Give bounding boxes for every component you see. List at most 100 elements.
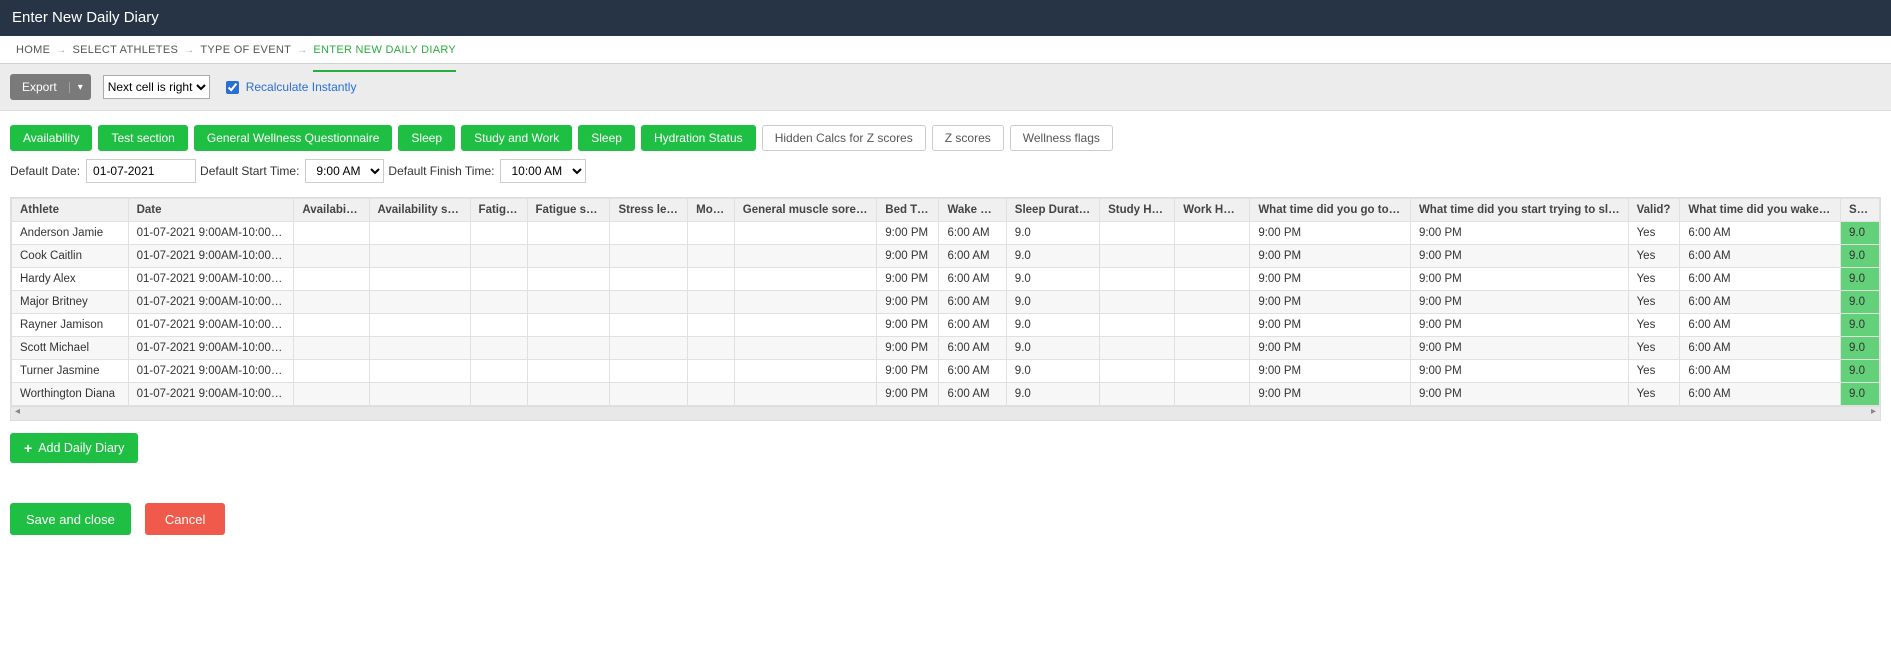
table-cell[interactable]: 9:00 PM	[1410, 268, 1628, 291]
table-cell[interactable]	[470, 314, 527, 337]
table-cell[interactable]: 6:00 AM	[1680, 314, 1841, 337]
section-tab[interactable]: Z scores	[932, 125, 1004, 151]
table-cell[interactable]: 9.0	[1841, 291, 1880, 314]
cancel-button[interactable]: Cancel	[145, 503, 225, 535]
column-header[interactable]: Study Hours	[1100, 199, 1175, 222]
table-cell[interactable]: Yes	[1628, 383, 1680, 406]
table-cell[interactable]	[527, 291, 610, 314]
table-cell[interactable]	[470, 222, 527, 245]
table-cell[interactable]	[294, 268, 369, 291]
table-cell[interactable]	[527, 222, 610, 245]
table-cell[interactable]	[688, 291, 735, 314]
table-cell[interactable]	[294, 383, 369, 406]
table-cell[interactable]: 9:00 PM	[877, 337, 939, 360]
table-cell[interactable]: 9:00 PM	[1250, 222, 1411, 245]
table-cell[interactable]	[369, 268, 470, 291]
column-header[interactable]: Valid?	[1628, 199, 1680, 222]
table-cell[interactable]: 6:00 AM	[939, 314, 1006, 337]
table-cell[interactable]: 01-07-2021 9:00AM-10:00AM	[128, 360, 294, 383]
table-cell[interactable]	[1175, 383, 1250, 406]
table-cell[interactable]	[734, 245, 876, 268]
table-cell[interactable]: 9:00 PM	[1250, 268, 1411, 291]
column-header[interactable]: Wake Time	[939, 199, 1006, 222]
table-cell[interactable]	[688, 383, 735, 406]
table-cell[interactable]: 6:00 AM	[1680, 383, 1841, 406]
section-tab[interactable]: Test section	[98, 125, 187, 151]
table-cell[interactable]: 01-07-2021 9:00AM-10:00AM	[128, 268, 294, 291]
table-cell[interactable]	[734, 314, 876, 337]
table-cell[interactable]: 9.0	[1841, 360, 1880, 383]
table-cell[interactable]: 01-07-2021 9:00AM-10:00AM	[128, 222, 294, 245]
table-cell[interactable]: 9.0	[1841, 245, 1880, 268]
table-cell[interactable]: Hardy Alex	[12, 268, 129, 291]
table-cell[interactable]	[527, 245, 610, 268]
table-cell[interactable]	[294, 245, 369, 268]
column-header[interactable]: Athlete	[12, 199, 129, 222]
table-cell[interactable]: 9.0	[1006, 383, 1099, 406]
table-cell[interactable]	[610, 245, 688, 268]
section-tab[interactable]: Sleep	[578, 125, 635, 151]
table-cell[interactable]	[1175, 314, 1250, 337]
table-cell[interactable]	[470, 337, 527, 360]
column-header[interactable]: Availability score	[369, 199, 470, 222]
table-cell[interactable]	[1100, 360, 1175, 383]
table-cell[interactable]	[610, 222, 688, 245]
table-cell[interactable]: 9:00 PM	[1410, 360, 1628, 383]
table-cell[interactable]: 9:00 PM	[1250, 360, 1411, 383]
table-cell[interactable]	[470, 383, 527, 406]
table-cell[interactable]: 9.0	[1006, 268, 1099, 291]
table-cell[interactable]	[688, 314, 735, 337]
table-cell[interactable]	[369, 291, 470, 314]
table-cell[interactable]: 9:00 PM	[1250, 314, 1411, 337]
table-cell[interactable]	[1175, 360, 1250, 383]
table-cell[interactable]	[734, 360, 876, 383]
table-cell[interactable]: 01-07-2021 9:00AM-10:00AM	[128, 291, 294, 314]
section-tab[interactable]: General Wellness Questionnaire	[194, 125, 393, 151]
column-header[interactable]: Fatigue	[470, 199, 527, 222]
column-header[interactable]: Work Hours	[1175, 199, 1250, 222]
section-tab[interactable]: Hidden Calcs for Z scores	[762, 125, 926, 151]
section-tab[interactable]: Sleep	[398, 125, 455, 151]
table-cell[interactable]: 01-07-2021 9:00AM-10:00AM	[128, 383, 294, 406]
table-cell[interactable]: Yes	[1628, 360, 1680, 383]
table-cell[interactable]: 6:00 AM	[939, 291, 1006, 314]
table-cell[interactable]: Rayner Jamison	[12, 314, 129, 337]
table-cell[interactable]	[1175, 245, 1250, 268]
table-cell[interactable]: Yes	[1628, 337, 1680, 360]
column-header[interactable]: Mood	[688, 199, 735, 222]
table-cell[interactable]	[1100, 222, 1175, 245]
section-tab[interactable]: Wellness flags	[1010, 125, 1113, 151]
table-cell[interactable]	[1175, 268, 1250, 291]
breadcrumb-item[interactable]: HOME	[16, 36, 50, 64]
table-cell[interactable]	[527, 383, 610, 406]
table-cell[interactable]: 6:00 AM	[939, 360, 1006, 383]
table-cell[interactable]: Yes	[1628, 245, 1680, 268]
table-cell[interactable]	[610, 268, 688, 291]
table-cell[interactable]	[610, 337, 688, 360]
table-cell[interactable]	[470, 291, 527, 314]
table-cell[interactable]	[294, 314, 369, 337]
table-cell[interactable]	[688, 222, 735, 245]
column-header[interactable]: What time did you wake up?	[1680, 199, 1841, 222]
table-cell[interactable]	[734, 222, 876, 245]
table-cell[interactable]	[369, 360, 470, 383]
table-cell[interactable]: 9:00 PM	[1410, 383, 1628, 406]
column-header[interactable]: Fatigue score	[527, 199, 610, 222]
table-cell[interactable]: 9:00 PM	[1410, 222, 1628, 245]
table-cell[interactable]: 6:00 AM	[939, 245, 1006, 268]
recalc-checkbox[interactable]	[226, 81, 239, 94]
table-cell[interactable]	[610, 383, 688, 406]
table-cell[interactable]: 9:00 PM	[1250, 245, 1411, 268]
default-start-select[interactable]: 9:00 AM	[305, 159, 384, 183]
table-cell[interactable]: 9.0	[1841, 268, 1880, 291]
table-cell[interactable]	[527, 337, 610, 360]
table-cell[interactable]: Yes	[1628, 222, 1680, 245]
table-cell[interactable]	[1175, 337, 1250, 360]
table-cell[interactable]	[369, 314, 470, 337]
column-header[interactable]: What time did you start trying to sleep?	[1410, 199, 1628, 222]
breadcrumb-item[interactable]: ENTER NEW DAILY DIARY	[313, 36, 456, 72]
table-cell[interactable]	[294, 291, 369, 314]
table-cell[interactable]	[294, 337, 369, 360]
export-button[interactable]: Export ▾	[10, 74, 91, 100]
horizontal-scrollbar[interactable]	[11, 406, 1880, 420]
